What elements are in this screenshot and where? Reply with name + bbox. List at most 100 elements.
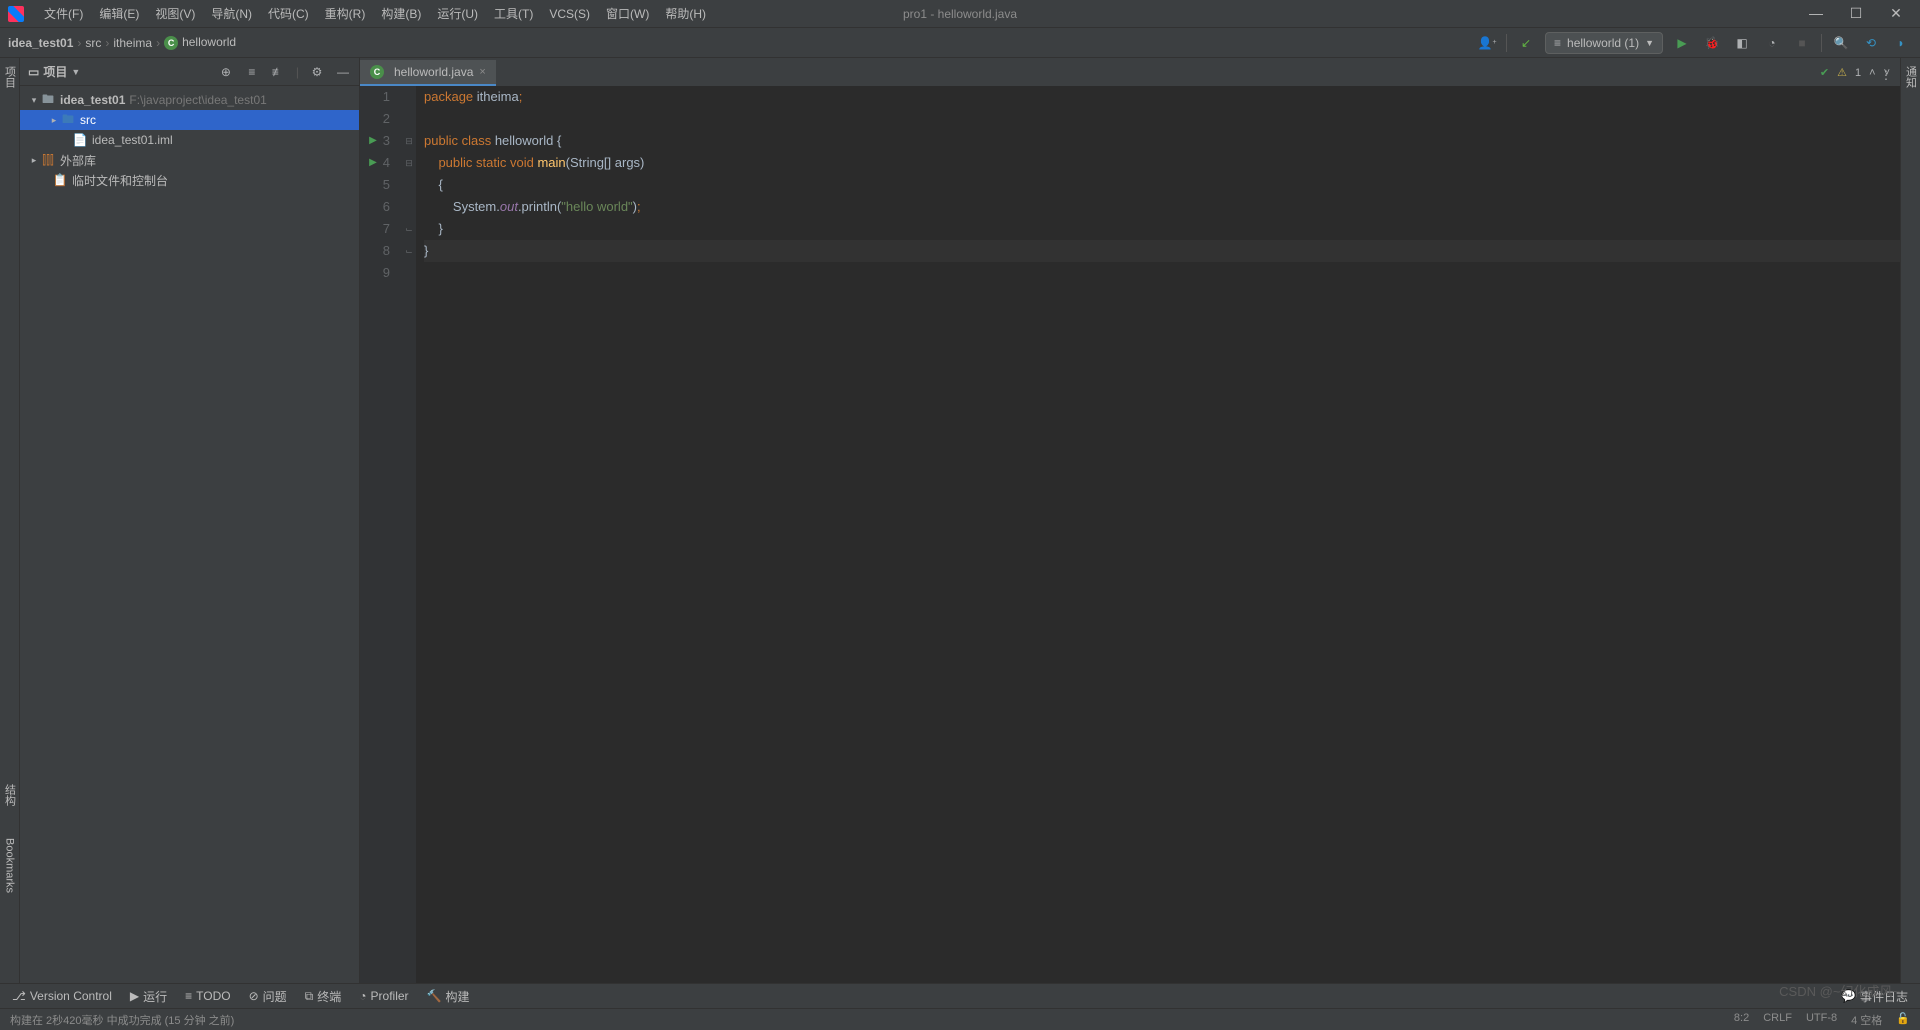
tree-scratches[interactable]: 📋 临时文件和控制台 xyxy=(20,170,359,190)
build-status: 构建在 2秒420毫秒 中成功完成 (15 分钟 之前) xyxy=(10,1012,234,1028)
profiler-icon: ◔ xyxy=(359,989,366,1003)
menu-code[interactable]: 代码(C) xyxy=(260,5,317,22)
menu-build[interactable]: 构建(B) xyxy=(373,5,429,22)
menu-tools[interactable]: 工具(T) xyxy=(486,5,541,22)
check-icon: ✔ xyxy=(1820,66,1829,79)
fold-gutter: ⊟ ⊟ ⌙ ⌙ xyxy=(402,86,416,983)
ide-updates-icon[interactable]: ◗ xyxy=(1890,32,1912,54)
source-folder-icon: 🖿 xyxy=(60,110,76,131)
fold-icon[interactable]: ⊟ xyxy=(402,130,416,152)
breadcrumb-project[interactable]: idea_test01 xyxy=(8,36,73,50)
bottom-tool-bar: ⎇Version Control ▶运行 ≡TODO ⊘问题 ⧉终端 ◔Prof… xyxy=(0,983,1920,1008)
panel-header: ▭ 项目 ▼ ⊕ ≡ ≢ | ⚙ — xyxy=(20,58,359,86)
caret-position[interactable]: 8:2 xyxy=(1734,1012,1749,1028)
run-button[interactable]: ▶ xyxy=(1671,32,1693,54)
add-user-icon[interactable]: 👤+ xyxy=(1476,32,1498,54)
run-tool-button[interactable]: ▶运行 xyxy=(130,988,167,1005)
structure-tool-button[interactable]: 结构 xyxy=(2,784,18,806)
collapse-all-icon[interactable]: ≢ xyxy=(270,65,286,79)
close-button[interactable]: ✕ xyxy=(1888,5,1904,22)
readonly-lock-icon[interactable]: 🔓 xyxy=(1896,1012,1910,1028)
main-area: 项目 结构 Bookmarks ▭ 项目 ▼ ⊕ ≡ ≢ | ⚙ — ▾ 🖿 xyxy=(0,58,1920,983)
class-icon: C xyxy=(370,65,384,79)
hammer-icon: 🔨 xyxy=(427,989,442,1003)
vcs-tool-button[interactable]: ⎇Version Control xyxy=(12,989,112,1003)
run-line-icon[interactable]: ▶ xyxy=(369,152,377,174)
problems-tool-button[interactable]: ⊘问题 xyxy=(249,988,287,1005)
minimize-button[interactable]: — xyxy=(1808,5,1824,22)
chevron-right-icon: › xyxy=(105,36,109,50)
code-content[interactable]: package itheima; public class helloworld… xyxy=(416,86,1900,983)
class-icon: C xyxy=(164,36,178,50)
stop-button[interactable]: ■ xyxy=(1791,32,1813,54)
tree-root[interactable]: ▾ 🖿 idea_test01 F:\javaproject\idea_test… xyxy=(20,90,359,110)
terminal-tool-button[interactable]: ⧉终端 xyxy=(305,988,342,1005)
tree-iml[interactable]: 📄 idea_test01.iml xyxy=(20,130,359,150)
menu-refactor[interactable]: 重构(R) xyxy=(317,5,374,22)
menu-file[interactable]: 文件(F) xyxy=(36,5,91,22)
chevron-down-icon[interactable]: ˅ xyxy=(1884,67,1890,79)
breadcrumb-src[interactable]: src xyxy=(85,36,101,50)
menu-window[interactable]: 窗口(W) xyxy=(598,5,657,22)
fold-icon[interactable]: ⊟ xyxy=(402,152,416,174)
menu-run[interactable]: 运行(U) xyxy=(429,5,486,22)
terminal-icon: ⧉ xyxy=(305,989,314,1004)
tree-src[interactable]: ▸ 🖿 src xyxy=(20,110,359,130)
todo-tool-button[interactable]: ≡TODO xyxy=(185,989,230,1003)
chevron-down-icon: ▼ xyxy=(1645,38,1654,48)
line-separator[interactable]: CRLF xyxy=(1763,1012,1792,1028)
project-tool-button[interactable]: 项目 xyxy=(2,66,18,88)
indent-setting[interactable]: 4 空格 xyxy=(1851,1012,1882,1028)
editor-tabs: C helloworld.java × ⋮ xyxy=(360,58,1900,86)
profiler-tool-button[interactable]: ◔Profiler xyxy=(359,989,408,1003)
bookmarks-tool-button[interactable]: Bookmarks xyxy=(4,838,16,893)
sync-icon[interactable]: ⟲ xyxy=(1860,32,1882,54)
breadcrumb-package[interactable]: itheima xyxy=(113,36,152,50)
chevron-right-icon[interactable]: ▸ xyxy=(48,115,60,126)
project-tree[interactable]: ▾ 🖿 idea_test01 F:\javaproject\idea_test… xyxy=(20,86,359,194)
coverage-button[interactable]: ◧ xyxy=(1731,32,1753,54)
app-icon xyxy=(8,6,24,22)
file-encoding[interactable]: UTF-8 xyxy=(1806,1012,1837,1028)
settings-icon[interactable]: ⚙ xyxy=(309,65,325,79)
editor-area: C helloworld.java × ⋮ 1 2 ▶3 ▶4 5 6 7 8 … xyxy=(360,58,1900,983)
code-editor[interactable]: 1 2 ▶3 ▶4 5 6 7 8 9 ⊟ ⊟ ⌙ ⌙ package ithe… xyxy=(360,86,1900,983)
menu-navigate[interactable]: 导航(N) xyxy=(203,5,260,22)
build-tool-button[interactable]: 🔨构建 xyxy=(427,988,470,1005)
status-bar: 构建在 2秒420毫秒 中成功完成 (15 分钟 之前) 8:2 CRLF UT… xyxy=(0,1008,1920,1030)
right-tool-strip: 通知 xyxy=(1900,58,1920,983)
maximize-button[interactable]: ☐ xyxy=(1848,5,1864,22)
refresh-icon[interactable]: ↙ xyxy=(1515,32,1537,54)
tree-external-libs[interactable]: ▸ ⫿⫿⫿ 外部库 xyxy=(20,150,359,170)
hide-icon[interactable]: — xyxy=(335,65,351,79)
fold-end-icon[interactable]: ⌙ xyxy=(402,218,416,240)
debug-button[interactable]: 🐞 xyxy=(1701,32,1723,54)
panel-title[interactable]: ▭ 项目 ▼ xyxy=(28,63,80,80)
expand-all-icon[interactable]: ≡ xyxy=(244,65,260,79)
fold-end-icon[interactable]: ⌙ xyxy=(402,240,416,262)
scratch-icon: 📋 xyxy=(52,173,68,187)
chevron-down-icon: ▼ xyxy=(71,67,80,77)
close-tab-icon[interactable]: × xyxy=(479,66,485,78)
menu-edit[interactable]: 编辑(E) xyxy=(91,5,147,22)
run-config-selector[interactable]: ≡ helloworld (1) ▼ xyxy=(1545,32,1663,54)
locate-icon[interactable]: ⊕ xyxy=(218,65,234,79)
line-number-gutter: 1 2 ▶3 ▶4 5 6 7 8 9 xyxy=(360,86,402,983)
window-title: pro1 - helloworld.java xyxy=(903,7,1017,21)
chevron-up-icon[interactable]: ˄ xyxy=(1869,67,1875,79)
todo-icon: ≡ xyxy=(185,989,192,1003)
profile-button[interactable]: ◔ xyxy=(1761,32,1783,54)
menu-vcs[interactable]: VCS(S) xyxy=(541,7,598,21)
tab-helloworld[interactable]: C helloworld.java × xyxy=(360,60,496,86)
menu-view[interactable]: 视图(V) xyxy=(147,5,203,22)
breadcrumb-class[interactable]: Chelloworld xyxy=(164,35,236,50)
menu-help[interactable]: 帮助(H) xyxy=(657,5,714,22)
run-line-icon[interactable]: ▶ xyxy=(369,130,377,152)
chevron-down-icon[interactable]: ▾ xyxy=(28,95,40,106)
event-log-button[interactable]: 💬事件日志 xyxy=(1841,988,1908,1005)
chevron-right-icon[interactable]: ▸ xyxy=(28,155,40,166)
breadcrumb: idea_test01 › src › itheima › Chelloworl… xyxy=(8,35,236,50)
editor-inspection-status[interactable]: ✔ ⚠1 ˄ ˅ xyxy=(1820,66,1890,79)
search-icon[interactable]: 🔍 xyxy=(1830,32,1852,54)
notifications-tool-button[interactable]: 通知 xyxy=(1903,66,1919,88)
